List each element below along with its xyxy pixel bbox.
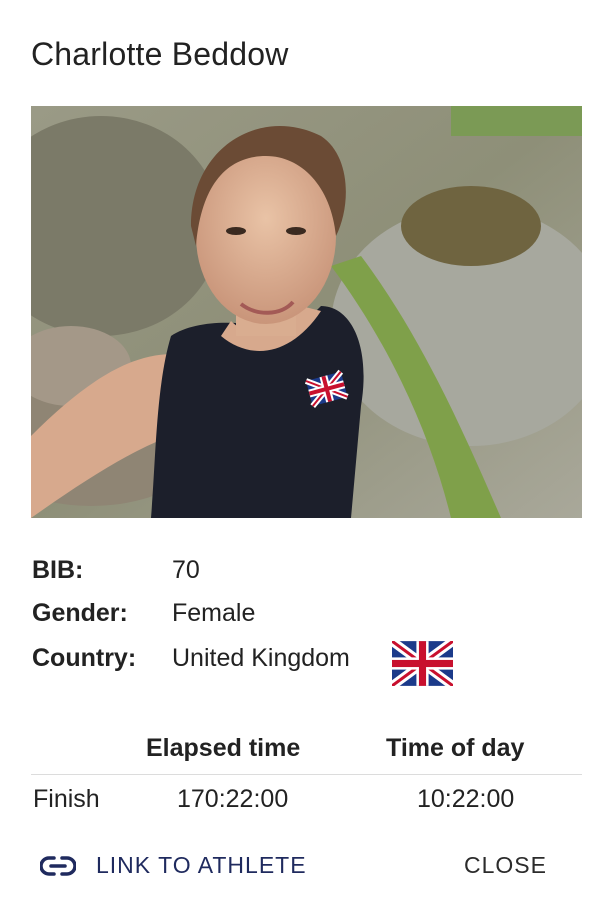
uk-flag-icon <box>392 641 453 686</box>
column-header-time-of-day: Time of day <box>386 734 525 762</box>
link-to-athlete-label: LINK TO ATHLETE <box>96 852 307 878</box>
gender-label: Gender: <box>32 599 128 627</box>
column-header-elapsed: Elapsed time <box>146 734 301 762</box>
split-time-of-day: 10:22:00 <box>417 785 515 813</box>
country-label: Country: <box>32 644 137 672</box>
country-value: United Kingdom <box>172 644 350 672</box>
bib-label: BIB: <box>32 556 84 584</box>
bib-value: 70 <box>172 556 200 584</box>
gender-value: Female <box>172 599 256 627</box>
close-button[interactable]: CLOSE <box>464 852 547 879</box>
dialog-title: Charlotte Beddow <box>31 36 289 72</box>
link-icon <box>40 855 76 876</box>
link-to-athlete-button[interactable]: LINK TO ATHLETE <box>40 852 307 879</box>
table-divider <box>31 774 582 775</box>
split-name: Finish <box>33 785 100 813</box>
athlete-dialog: Charlotte Beddow BIB: 70 Gender: Female … <box>0 0 603 913</box>
split-elapsed: 170:22:00 <box>177 785 289 813</box>
athlete-photo <box>31 106 582 518</box>
